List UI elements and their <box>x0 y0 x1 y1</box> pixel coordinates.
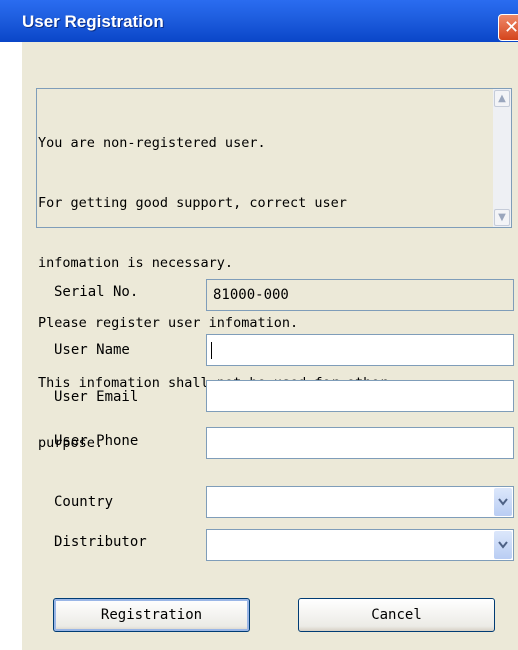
scroll-down-icon[interactable]: ▼ <box>494 209 510 226</box>
country-select[interactable] <box>206 486 514 518</box>
country-label: Country <box>54 494 114 510</box>
message-line: Please register user infomation. <box>38 315 299 331</box>
dialog-body: You are non-registered user. For getting… <box>22 42 518 650</box>
scroll-up-icon[interactable]: ▲ <box>494 90 510 107</box>
message-box: You are non-registered user. For getting… <box>36 88 512 451</box>
cancel-button[interactable]: Cancel <box>298 598 495 632</box>
user-email-input[interactable] <box>206 380 514 412</box>
distributor-select[interactable] <box>206 529 514 561</box>
distributor-label: Distributor <box>54 534 147 550</box>
serial-field: 81000-000 <box>206 279 514 311</box>
serial-value: 81000-000 <box>213 287 289 303</box>
registration-button[interactable]: Registration <box>53 598 250 632</box>
message-line: For getting good support, correct user <box>38 195 347 211</box>
message-line: You are non-registered user. <box>38 135 266 151</box>
user-email-label: User Email <box>54 389 139 405</box>
close-button[interactable]: ✕ <box>498 14 518 41</box>
text-caret <box>211 342 212 359</box>
user-phone-label: User Phone <box>54 433 139 449</box>
close-icon: ✕ <box>504 17 518 38</box>
chevron-down-icon[interactable] <box>494 488 512 516</box>
user-name-label: User Name <box>54 342 130 358</box>
window-title: User Registration <box>22 12 164 31</box>
serial-label: Serial No. <box>54 284 139 300</box>
user-phone-input[interactable] <box>206 427 514 459</box>
message-line: infomation is necessary. <box>38 255 234 271</box>
title-bar[interactable]: User Registration ✕ <box>0 0 518 42</box>
message-scrollbar[interactable]: ▲ ▼ <box>493 89 511 227</box>
user-name-input[interactable] <box>206 334 514 366</box>
chevron-down-icon[interactable] <box>494 531 512 559</box>
